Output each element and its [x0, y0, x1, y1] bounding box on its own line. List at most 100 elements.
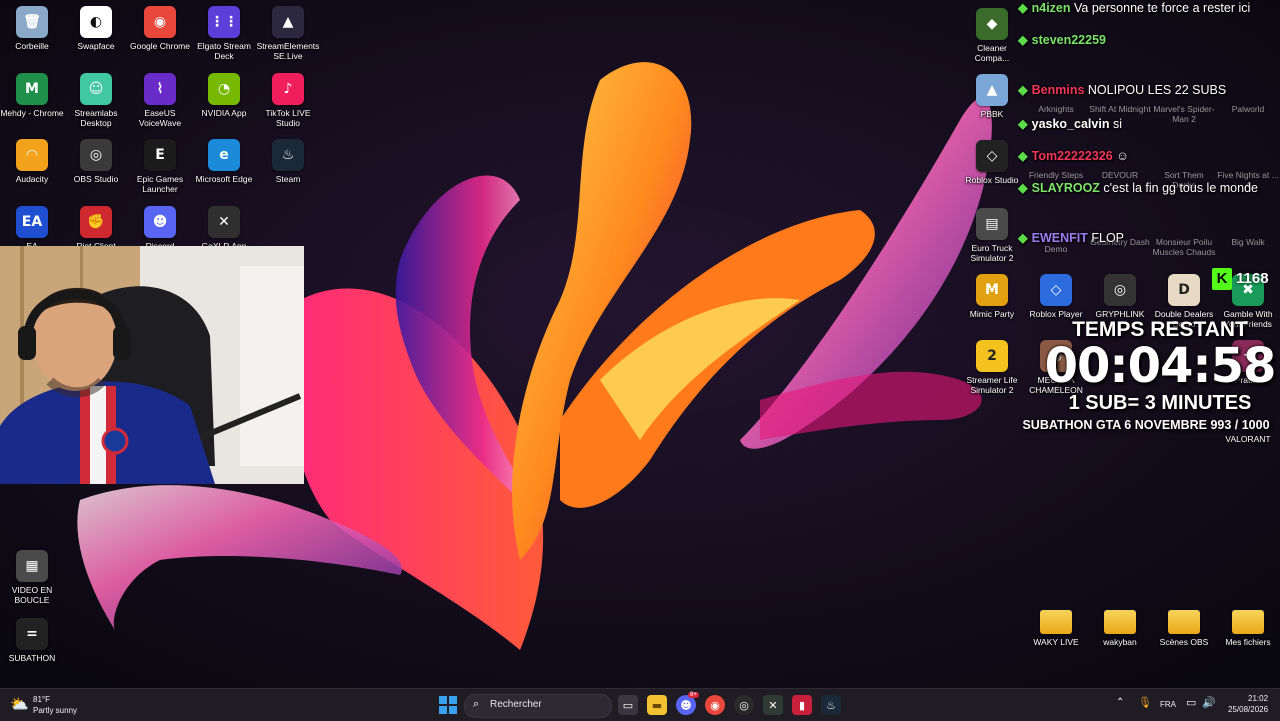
- taskbar-search-input[interactable]: ⌕ Rechercher: [464, 694, 612, 718]
- app-icon: M: [976, 274, 1008, 306]
- desktop-icon-gryphlink[interactable]: ◎ GRYPHLINK: [1088, 270, 1152, 319]
- desktop-icon-streamelements-se-live[interactable]: ▲ StreamElements SE.Live: [256, 2, 320, 61]
- app-icon: ◐: [80, 6, 112, 38]
- desktop-icon-label: Elgato Stream Deck: [197, 41, 251, 61]
- desktop-icon-label: EaseUS VoiceWave: [138, 108, 182, 128]
- chat-arrow-icon: ◆: [1018, 1, 1028, 15]
- folder-label: WAKY LIVE: [1033, 637, 1079, 647]
- desktop-icon-label: SUBATHON: [8, 653, 56, 663]
- app-icon: ✕: [208, 206, 240, 238]
- app-icon: ▲: [976, 74, 1008, 106]
- desktop-icon-label: Audacity: [15, 174, 49, 184]
- desktop-icon-mimic-party[interactable]: M Mimic Party: [960, 270, 1024, 319]
- app-icon: M: [16, 73, 48, 105]
- app-icon: ◠: [16, 139, 48, 171]
- desktop-icon-label: Mehdy - Chrome: [0, 108, 64, 118]
- desktop-icon-epic-games-launcher[interactable]: E Epic Games Launcher: [128, 135, 192, 194]
- desktop-icon-label: TikTok LIVE Studio: [265, 108, 311, 128]
- chat-username: n4izen: [1031, 1, 1071, 15]
- desktop-icon-steam[interactable]: ♨ Steam: [256, 135, 320, 184]
- desktop-icon-goxlr-app[interactable]: ✕GoXLR App: [192, 202, 256, 251]
- desktop-icon-video-en-boucle[interactable]: ▦ VIDEO EN BOUCLE: [0, 546, 64, 605]
- desktop-icon-corbeille[interactable]: 🗑 Corbeille: [0, 2, 64, 51]
- desktop-icon-ea[interactable]: EAEA: [0, 202, 64, 251]
- volume-icon[interactable]: 🔊: [1202, 696, 1216, 709]
- chat-arrow-icon: ◆: [1018, 181, 1028, 195]
- weather-widget[interactable]: ⛅ 81°F Partly sunny: [10, 693, 100, 717]
- subathon-timer: 00:04:58: [1044, 338, 1277, 394]
- steam-taskbar-icon[interactable]: ♨: [821, 695, 841, 715]
- webcam-overlay: [0, 246, 304, 484]
- microphone-icon[interactable]: 🎙: [1138, 696, 1152, 709]
- chat-message: ◆ Tom22222326 ☺: [1018, 148, 1280, 164]
- desktop-icon-valorant[interactable]: VVALORANT: [1216, 434, 1280, 444]
- desktop-icon-label: NVIDIA App: [201, 108, 247, 118]
- app-icon: ◆: [976, 8, 1008, 40]
- desktop-icon-label: Swapface: [77, 41, 115, 51]
- desktop-icon-tiktok-live-studio[interactable]: ♪ TikTok LIVE Studio: [256, 69, 320, 128]
- search-icon: ⌕: [473, 698, 480, 710]
- chevron-up-icon[interactable]: ⌃: [1116, 697, 1124, 708]
- folder-wakyban[interactable]: wakyban: [1088, 602, 1152, 647]
- chat-username: Benmins: [1031, 83, 1085, 97]
- desktop-icon-audacity[interactable]: ◠ Audacity: [0, 135, 64, 184]
- desktop-icon-riot-client[interactable]: ✊Riot Client: [64, 202, 128, 251]
- folder-icon: [1040, 610, 1072, 634]
- network-icon[interactable]: ▭: [1186, 696, 1196, 709]
- folder-label: Mes fichiers: [1225, 637, 1271, 647]
- desktop-icon-nvidia-app[interactable]: ◔ NVIDIA App: [192, 69, 256, 118]
- obs-taskbar-icon[interactable]: ◎: [734, 695, 754, 715]
- discord-taskbar-icon[interactable]: ☻: [676, 695, 696, 715]
- folder-waky-live[interactable]: WAKY LIVE: [1024, 602, 1088, 647]
- desktop-icon-streamer-life-simulator-2[interactable]: 2 Streamer Life Simulator 2: [960, 336, 1024, 395]
- weather-temp: 81°F: [33, 695, 50, 704]
- desktop-icon-easeus-voicewave[interactable]: ⌇ EaseUS VoiceWave: [128, 69, 192, 128]
- app-icon: ◇: [976, 140, 1008, 172]
- chrome-taskbar-icon[interactable]: ◉: [705, 695, 725, 715]
- folder-sc-nes-obs[interactable]: Scènes OBS: [1152, 602, 1216, 647]
- chat-message: ◆ SLAYROOZ c'est la fin gg tous le monde: [1018, 180, 1280, 196]
- desktop-icon-google-chrome[interactable]: ◉ Google Chrome: [128, 2, 192, 51]
- desktop-icon-label: VIDEO EN BOUCLE: [11, 585, 53, 605]
- desktop-icon-label: Steam: [275, 174, 301, 184]
- folder-mes-fichiers[interactable]: Mes fichiers: [1216, 602, 1280, 647]
- desktop-icon-label: Streamer Life Simulator 2: [966, 375, 1018, 395]
- app-icon: ♪: [272, 73, 304, 105]
- desktop-icon-label: Microsoft Edge: [195, 174, 253, 184]
- desktop-icon-streamlabs-desktop[interactable]: ☺ Streamlabs Desktop: [64, 69, 128, 128]
- language-indicator[interactable]: FRA: [1160, 700, 1176, 709]
- clock-time[interactable]: 21:02: [1248, 694, 1268, 703]
- app-icon: ⌇: [144, 73, 176, 105]
- kick-viewer-number: 1168: [1236, 270, 1269, 287]
- streamlabs-taskbar-icon[interactable]: ▮: [792, 695, 812, 715]
- task-view-icon[interactable]: ▭: [618, 695, 638, 715]
- desktop-icon-subathon[interactable]: = SUBATHON: [0, 614, 64, 663]
- chat-username: EWENFIT: [1031, 231, 1088, 245]
- chat-text: NOLIPOU LES 22 SUBS: [1087, 83, 1227, 97]
- chat-message: ◆ EWENFIT FLOP: [1018, 230, 1280, 246]
- desktop-icon-roblox-player[interactable]: ◇ Roblox Player: [1024, 270, 1088, 319]
- app-icon: ◔: [208, 73, 240, 105]
- desktop-icon-microsoft-edge[interactable]: e Microsoft Edge: [192, 135, 256, 184]
- subathon-rule: 1 SUB= 3 MINUTES: [1068, 392, 1252, 414]
- app-icon: 2: [976, 340, 1008, 372]
- folder-label: Scènes OBS: [1159, 637, 1209, 647]
- folder-label: wakyban: [1103, 637, 1137, 647]
- windows-start-icon[interactable]: [438, 695, 458, 715]
- chat-username: SLAYROOZ: [1031, 181, 1100, 195]
- desktop-icon-swapface[interactable]: ◐ Swapface: [64, 2, 128, 51]
- file-explorer-icon[interactable]: ▬: [647, 695, 667, 715]
- clock-date[interactable]: 25/08/2026: [1228, 705, 1268, 714]
- chat-arrow-icon: ◆: [1018, 149, 1028, 163]
- chat-message: ◆ steven22259: [1018, 32, 1280, 48]
- stream-chat-overlay: ◆ n4izen Va personne te force a rester ic…: [1014, 0, 1280, 260]
- desktop-icon-mehdy-chrome[interactable]: M Mehdy - Chrome: [0, 69, 64, 118]
- app-icon: E: [144, 139, 176, 171]
- desktop-icon-discord[interactable]: ☻Discord: [128, 202, 192, 251]
- chat-text: c'est la fin gg tous le monde: [1103, 181, 1258, 195]
- desktop-icon-obs-studio[interactable]: ◎ OBS Studio: [64, 135, 128, 184]
- goxlr-taskbar-icon[interactable]: ✕: [763, 695, 783, 715]
- folder-icon: [1104, 610, 1136, 634]
- desktop-icon-elgato-stream-deck[interactable]: ⋮⋮ Elgato Stream Deck: [192, 2, 256, 61]
- desktop-icon-label: StreamElements SE.Live: [256, 41, 320, 61]
